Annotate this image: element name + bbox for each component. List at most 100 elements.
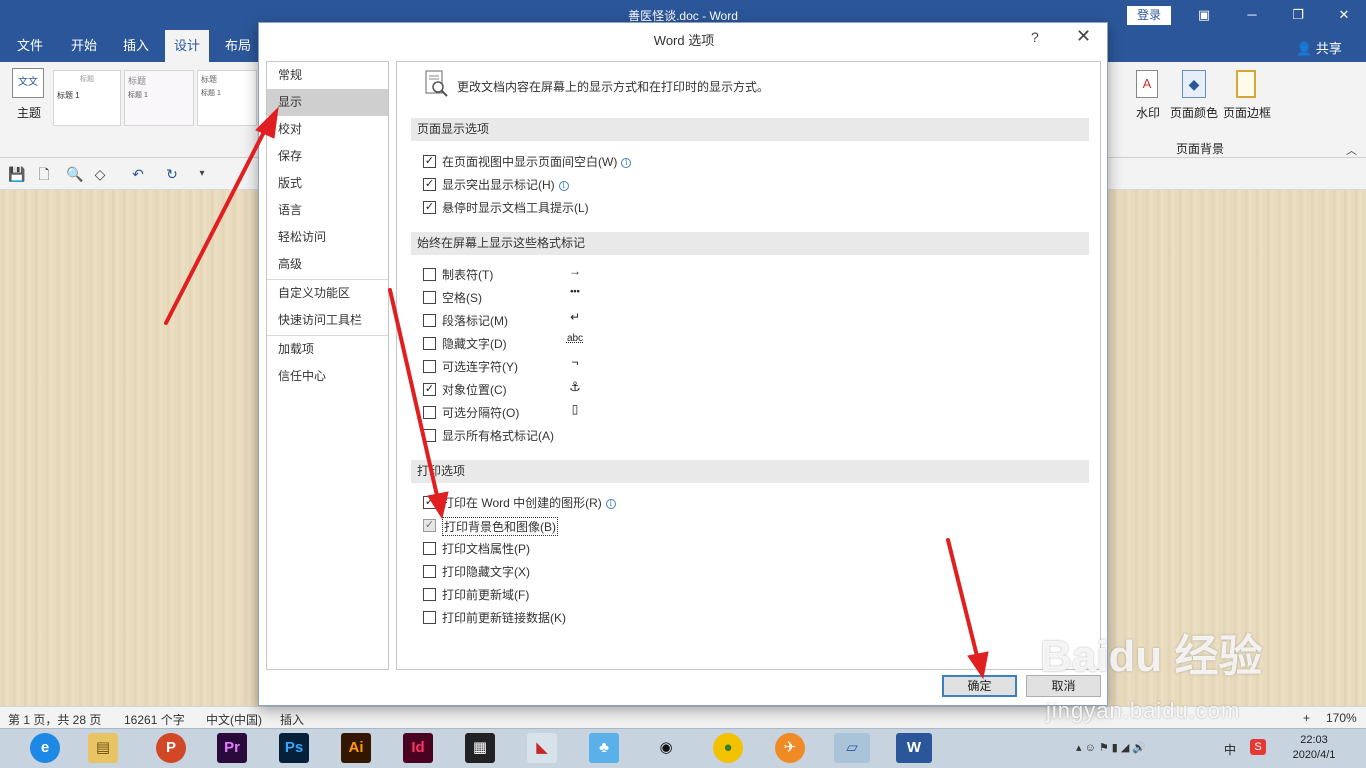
- file-explorer-icon[interactable]: ▤: [88, 733, 118, 763]
- ime-indicator[interactable]: 中: [1224, 741, 1236, 758]
- taskbar: e ▤ P Pr Ps Ai Id ▦ ◣ ♣ ◉ ● ✈ ▱ W ▴ ☺ ⚑ …: [0, 728, 1366, 768]
- page-count[interactable]: 第 1 页，共 28 页: [8, 711, 101, 728]
- tab-design[interactable]: 设计: [165, 30, 209, 62]
- word-taskbar-icon[interactable]: W: [896, 733, 932, 763]
- print-preview-icon[interactable]: 🔍: [66, 166, 83, 182]
- checkbox-spaces[interactable]: [423, 291, 436, 304]
- page-color-label: 页面颜色: [1169, 106, 1218, 120]
- nav-item-customize-ribbon[interactable]: 自定义功能区: [267, 280, 388, 307]
- chrome-icon[interactable]: ●: [713, 733, 743, 763]
- option-label: 显示突出显示标记(H) i: [442, 176, 569, 193]
- checkbox-print-drawings[interactable]: ✓: [423, 496, 436, 509]
- premiere-icon[interactable]: Pr: [217, 733, 247, 763]
- close-icon[interactable]: ✕: [1076, 26, 1091, 47]
- share-button[interactable]: 👤 共享: [1296, 38, 1342, 57]
- nav-item-quick-access-toolbar[interactable]: 快速访问工具栏: [267, 307, 388, 334]
- app-icon[interactable]: ▱: [834, 733, 870, 763]
- checkbox-update-fields[interactable]: [423, 588, 436, 601]
- app-icon[interactable]: ✈: [775, 733, 805, 763]
- thumb-title: 标题: [128, 76, 147, 86]
- app-icon[interactable]: ◣: [527, 733, 557, 763]
- section-heading-format-marks: 始终在屏幕上显示这些格式标记: [411, 232, 1089, 255]
- browser-icon[interactable]: e: [30, 733, 60, 763]
- minimize-icon[interactable]: ─: [1238, 5, 1266, 25]
- nav-item-typography[interactable]: 版式: [267, 170, 388, 197]
- customize-toolbar-icon[interactable]: ▾: [194, 166, 210, 182]
- new-document-icon[interactable]: 🗋: [36, 166, 52, 182]
- checkbox-print-hidden-text[interactable]: [423, 565, 436, 578]
- checkbox-tab-characters[interactable]: [423, 268, 436, 281]
- word-count[interactable]: 16261 个字: [124, 711, 185, 728]
- checkbox-show-whitespace[interactable]: ✓: [423, 155, 436, 168]
- nav-item-accessibility[interactable]: 轻松访问: [267, 224, 388, 251]
- app-icon[interactable]: ♣: [589, 733, 619, 763]
- ribbon-display-options-icon[interactable]: ▣: [1190, 5, 1218, 25]
- nav-item-general[interactable]: 常规: [267, 62, 388, 89]
- style-thumbnail[interactable]: 标题 标题 1: [197, 70, 257, 126]
- checkbox-object-anchors[interactable]: ✓: [423, 383, 436, 396]
- nav-item-trust-center[interactable]: 信任中心: [267, 363, 388, 390]
- theme-label: 主题: [16, 106, 41, 120]
- tab-insert[interactable]: 插入: [114, 30, 158, 62]
- style-thumbnail[interactable]: 标题 标题 1: [53, 70, 121, 126]
- tab-home[interactable]: 开始: [62, 30, 106, 62]
- shapes-icon[interactable]: ◇: [92, 166, 108, 182]
- style-thumbnail[interactable]: 标题 标题 1: [124, 70, 194, 126]
- display-options-panel: 更改文档内容在屏幕上的显示方式和在打印时的显示方式。 页面显示选项 ✓ 在页面视…: [396, 61, 1101, 670]
- undo-icon[interactable]: ↶: [130, 166, 146, 182]
- nav-item-advanced[interactable]: 高级: [267, 251, 388, 278]
- powerpoint-icon[interactable]: P: [156, 733, 186, 763]
- theme-button[interactable]: 文文 主题: [12, 68, 46, 132]
- restore-icon[interactable]: ❐: [1284, 5, 1312, 25]
- nav-item-display[interactable]: 显示: [267, 89, 388, 116]
- tray-icons[interactable]: ▴ ☺ ⚑ ▮ ◢ 🔊: [1076, 741, 1146, 754]
- info-icon: i: [558, 181, 569, 191]
- photoshop-icon[interactable]: Ps: [279, 733, 309, 763]
- option-label: 空格(S): [442, 291, 482, 305]
- illustrator-icon[interactable]: Ai: [341, 733, 371, 763]
- checkbox-optional-breaks[interactable]: [423, 406, 436, 419]
- nav-item-proofing[interactable]: 校对: [267, 116, 388, 143]
- video-editor-icon[interactable]: ▦: [465, 733, 495, 763]
- options-nav: 常规 显示 校对 保存 版式 语言 轻松访问 高级 自定义功能区 快速访问工具栏…: [266, 61, 389, 670]
- nav-item-add-ins[interactable]: 加载项: [267, 336, 388, 363]
- optional-break-symbol: ▯: [571, 402, 579, 416]
- paint-bucket-icon: ◆: [1182, 70, 1206, 98]
- redo-icon[interactable]: ↻: [164, 166, 180, 182]
- clock[interactable]: 22:03 2020/4/1: [1288, 733, 1340, 763]
- window-close-icon[interactable]: ✕: [1330, 5, 1358, 25]
- ok-button[interactable]: 确定: [942, 675, 1017, 697]
- qq-icon[interactable]: ◉: [651, 733, 681, 763]
- page-border-button[interactable]: 页面边框: [1220, 70, 1274, 136]
- tab-layout[interactable]: 布局: [216, 30, 260, 62]
- insert-mode[interactable]: 插入: [280, 711, 304, 728]
- checkbox-show-all-marks[interactable]: [423, 429, 436, 442]
- login-button[interactable]: 登录: [1127, 6, 1171, 25]
- checkbox-print-properties[interactable]: [423, 542, 436, 555]
- tab-file[interactable]: 文件: [8, 30, 52, 62]
- checkbox-optional-hyphens[interactable]: [423, 360, 436, 373]
- checkbox-paragraph-marks[interactable]: [423, 314, 436, 327]
- language-indicator[interactable]: 中文(中国): [206, 711, 262, 728]
- nav-item-save[interactable]: 保存: [267, 143, 388, 170]
- checkbox-print-background[interactable]: ✓: [423, 519, 436, 532]
- indesign-icon[interactable]: Id: [403, 733, 433, 763]
- checkbox-show-highlighter[interactable]: ✓: [423, 178, 436, 191]
- checkbox-show-tooltips[interactable]: ✓: [423, 201, 436, 214]
- help-icon[interactable]: ?: [1031, 29, 1039, 45]
- anchor-icon: ⚓: [569, 379, 581, 394]
- section-heading-page-display: 页面显示选项: [411, 118, 1089, 141]
- checkbox-hidden-text[interactable]: [423, 337, 436, 350]
- sogou-ime-icon[interactable]: S: [1250, 739, 1266, 755]
- save-icon[interactable]: 💾: [8, 166, 25, 182]
- nav-item-language[interactable]: 语言: [267, 197, 388, 224]
- checkbox-update-linked-data[interactable]: [423, 611, 436, 624]
- option-label: 打印文档属性(P): [442, 542, 530, 556]
- watermark-url: jingyan.baidu.com: [1046, 698, 1241, 723]
- dialog-title: Word 选项: [653, 33, 715, 48]
- watermark-button[interactable]: A 水印: [1132, 70, 1164, 136]
- zoom-level[interactable]: 170%: [1326, 711, 1357, 725]
- page-color-button[interactable]: ◆ 页面颜色: [1168, 70, 1220, 136]
- thumb-heading: 标题 1: [57, 91, 80, 100]
- collapse-ribbon-icon[interactable]: ︿: [1346, 142, 1357, 158]
